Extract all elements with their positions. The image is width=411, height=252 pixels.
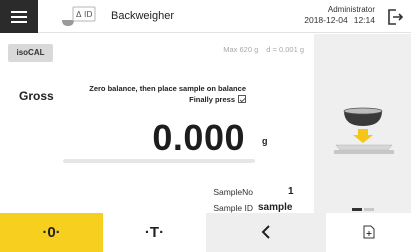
tare-button[interactable]: ·T· [103, 213, 206, 252]
document-plus-icon [363, 225, 374, 239]
isocal-button[interactable]: isoCAL [8, 44, 53, 62]
instruction-line-2: Finally press [189, 95, 235, 104]
date-text: 2018-12-04 [304, 15, 348, 25]
hamburger-menu-button[interactable] [0, 0, 38, 33]
sample-no-label: SampleNo [213, 187, 253, 197]
logout-icon[interactable] [387, 9, 403, 25]
app-icon-text: Δ ID [76, 10, 93, 19]
header-bar: Δ ID Backweigher Administrator 2018-12-0… [0, 0, 411, 33]
user-name: Administrator [327, 5, 375, 14]
sample-no-value: 1 [288, 186, 294, 197]
sample-id-value[interactable]: sample [258, 202, 292, 213]
menu-icon-line [11, 11, 27, 13]
mode-label: Gross [19, 89, 54, 103]
page-dot[interactable] [364, 208, 374, 211]
menu-icon-line [11, 16, 27, 18]
weight-value: 0.000 [152, 117, 245, 158]
instruction-text: Zero balance, then place sample on balan… [89, 83, 246, 105]
sample-id-label: Sample ID [213, 203, 253, 213]
instruction-line-1: Zero balance, then place sample on balan… [89, 84, 246, 93]
chevron-left-icon [261, 225, 270, 239]
backweigher-app-icon: Δ ID [62, 6, 96, 26]
weighing-pan-icon [335, 144, 393, 151]
balance-illustration [334, 107, 394, 154]
readability-text: d = 0.001 g [266, 45, 304, 54]
weighing-panel: isoCAL Max 620 g d = 0.001 g Gross Zero b… [0, 34, 314, 213]
down-arrow-icon [353, 129, 373, 143]
bottom-toolbar: ·0· ·T· [0, 213, 411, 252]
user-info: Administrator 2018-12-04 12:14 [304, 4, 375, 26]
zero-button[interactable]: ·0· [0, 213, 103, 252]
weight-unit: g [262, 136, 268, 146]
balance-capacity: Max 620 g d = 0.001 g [223, 45, 304, 54]
max-capacity-text: Max 620 g [223, 45, 259, 54]
balance-illustration-panel [314, 34, 411, 213]
app-title: Backweigher [111, 10, 174, 22]
page-dot-active [352, 208, 362, 211]
weighing-progress-bar [63, 159, 255, 163]
add-document-button[interactable] [326, 213, 411, 252]
menu-icon-line [11, 21, 27, 23]
confirm-icon [238, 95, 246, 103]
back-button[interactable] [206, 213, 326, 252]
time-text: 12:14 [353, 15, 375, 25]
